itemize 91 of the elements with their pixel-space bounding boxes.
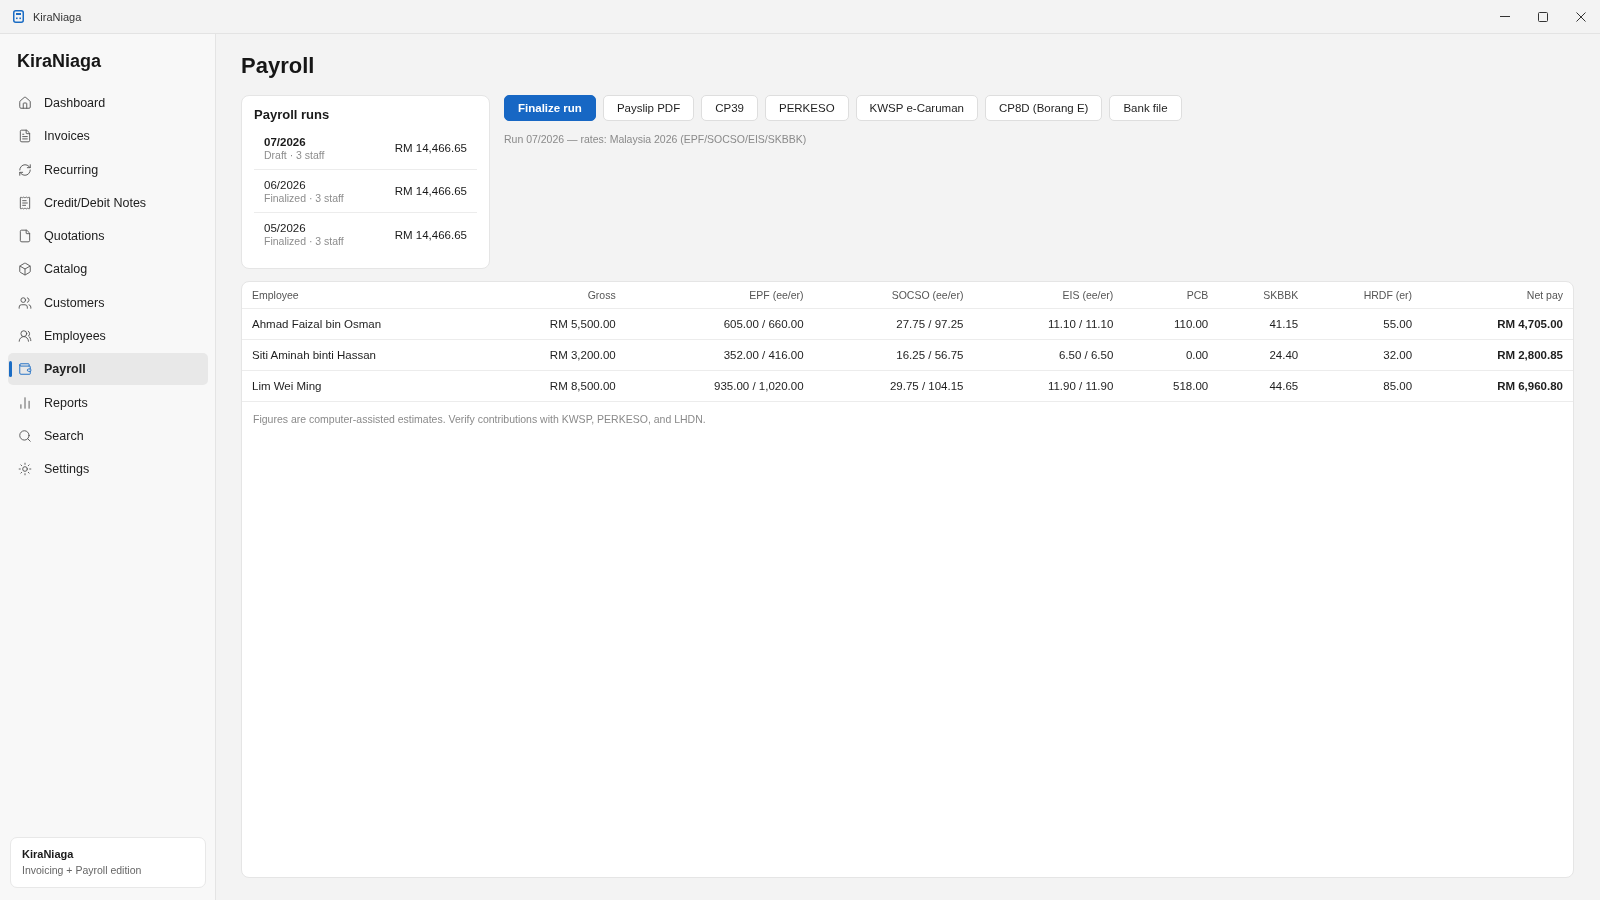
table-cell: 16.25 / 56.75 — [896, 349, 964, 361]
bar-chart-icon — [18, 395, 32, 410]
primary-button[interactable]: Finalize run — [504, 95, 596, 121]
nav-item[interactable]: Search — [8, 419, 208, 452]
column-header: Gross — [587, 289, 616, 301]
maximize-icon — [1538, 11, 1548, 22]
refresh-icon — [18, 162, 32, 177]
calculator-icon — [13, 10, 24, 23]
column-header: Net pay — [1526, 289, 1563, 301]
users-icon — [18, 329, 32, 344]
wallet-icon — [18, 362, 32, 377]
run-period: 07/2026 — [264, 134, 307, 149]
nav-item[interactable]: Settings — [8, 453, 208, 486]
table-cell: 352.00 / 416.00 — [723, 349, 804, 361]
table-cell: 605.00 / 660.00 — [723, 318, 804, 330]
nav-item[interactable]: Employees — [8, 320, 208, 353]
close-icon — [1576, 11, 1586, 22]
table-cell: 0.00 — [1185, 349, 1209, 361]
footnote: Figures are computer-assisted estimates. Verify contributions with KWSP, PERKESO, and LHDN. — [252, 412, 707, 427]
table-cell: 110.00 — [1173, 318, 1209, 330]
payroll-run-row[interactable]: 07/2026 Draft · 3 staff RM 14,466.65 — [254, 127, 477, 170]
column-header: HRDF (er) — [1363, 289, 1413, 301]
table-cell: RM 3,200.00 — [549, 349, 616, 361]
users-icon — [18, 295, 32, 310]
action-button[interactable]: CP8D (Borang E) — [984, 95, 1103, 121]
table-cell: 44.65 — [1269, 380, 1299, 392]
table-cell: 27.75 / 97.25 — [896, 318, 964, 330]
table-cell: 11.10 / 11.10 — [1047, 318, 1114, 330]
run-info-text: Run 07/2026 — rates: Malaysia 2026 (EPF/SOCSO/EIS/SKBBK) — [504, 132, 808, 146]
search-icon — [18, 428, 32, 443]
edition-subtitle: Invoicing + Payroll edition — [22, 863, 143, 878]
nav-item[interactable]: Recurring — [8, 153, 208, 186]
brand-name: KiraNiaga — [16, 51, 103, 71]
nav-item[interactable]: Invoices — [8, 120, 208, 153]
table-cell: RM 8,500.00 — [549, 380, 616, 392]
house-icon — [18, 96, 32, 110]
table-cell: 24.40 — [1269, 349, 1299, 361]
run-status: Finalized · 3 staff — [264, 235, 344, 248]
nav-item[interactable]: Credit/Debit Notes — [8, 186, 208, 219]
receipt-icon — [18, 195, 32, 210]
run-total: RM 14,466.65 — [394, 185, 467, 197]
run-total: RM 14,466.65 — [394, 142, 467, 154]
nav-item[interactable]: Reports — [8, 386, 208, 419]
action-button[interactable]: Payslip PDF — [602, 95, 695, 121]
run-total: RM 14,466.65 — [394, 228, 467, 241]
column-header: PCB — [1186, 289, 1209, 301]
table-cell: 935.00 / 1,020.00 — [714, 380, 804, 392]
table-cell: Ahmad Faizal bin Osman — [252, 318, 382, 330]
action-button[interactable]: Bank file — [1109, 95, 1182, 121]
sun-icon — [18, 462, 32, 477]
card-title: Payroll runs — [254, 107, 331, 123]
payroll-run-row[interactable]: 06/2026 Finalized · 3 staff RM 14,466.65 — [254, 170, 477, 213]
box-icon — [18, 262, 32, 277]
column-header: SOCSO (ee/er) — [891, 289, 964, 301]
page-title: Payroll — [241, 53, 316, 79]
table-cell: 41.15 — [1269, 318, 1299, 330]
nav-item[interactable]: Dashboard — [8, 87, 208, 119]
table-cell: RM 5,500.00 — [549, 318, 616, 330]
action-button[interactable]: CP39 — [701, 95, 758, 121]
run-period: 05/2026 — [264, 221, 307, 235]
file-icon — [18, 229, 32, 244]
column-header: EIS (ee/er) — [1062, 289, 1114, 301]
action-button[interactable]: KWSP e-Caruman — [855, 95, 978, 121]
run-status: Finalized · 3 staff — [264, 191, 344, 205]
table-cell: 55.00 — [1383, 318, 1413, 330]
column-header: Employee — [252, 289, 299, 301]
column-header: EPF (ee/er) — [749, 289, 804, 301]
payroll-run-row[interactable]: 05/2026 Finalized · 3 staff RM 14,466.65 — [254, 213, 477, 256]
minimize-icon — [1500, 16, 1510, 17]
nav-item[interactable]: Catalog — [8, 253, 208, 286]
table-cell: Lim Wei Ming — [252, 380, 322, 392]
edition-title: KiraNiaga — [22, 847, 75, 862]
table-cell: 29.75 / 104.15 — [889, 380, 964, 392]
window-title: KiraNiaga — [33, 10, 83, 23]
table-cell: 11.90 / 11.90 — [1047, 380, 1114, 392]
action-button[interactable]: PERKESO — [764, 95, 849, 121]
table-cell: Siti Aminah binti Hassan — [252, 349, 376, 361]
table-cell: 85.00 — [1383, 380, 1413, 392]
table-cell: RM 6,960.80 — [1497, 380, 1563, 392]
document-icon — [18, 129, 32, 144]
column-header: SKBBK — [1263, 289, 1299, 301]
nav-item[interactable]: Payroll — [8, 353, 208, 386]
table-cell: 32.00 — [1383, 349, 1413, 361]
nav-item[interactable]: Quotations — [8, 220, 208, 253]
run-period: 06/2026 — [264, 177, 307, 192]
run-status: Draft · 3 staff — [264, 148, 325, 162]
table-cell: RM 4,705.00 — [1497, 318, 1563, 330]
table-cell: 518.00 — [1173, 380, 1209, 392]
nav-item[interactable]: Customers — [8, 286, 208, 319]
table-cell: 6.50 / 6.50 — [1058, 349, 1114, 361]
table-cell: RM 2,800.85 — [1497, 349, 1563, 361]
